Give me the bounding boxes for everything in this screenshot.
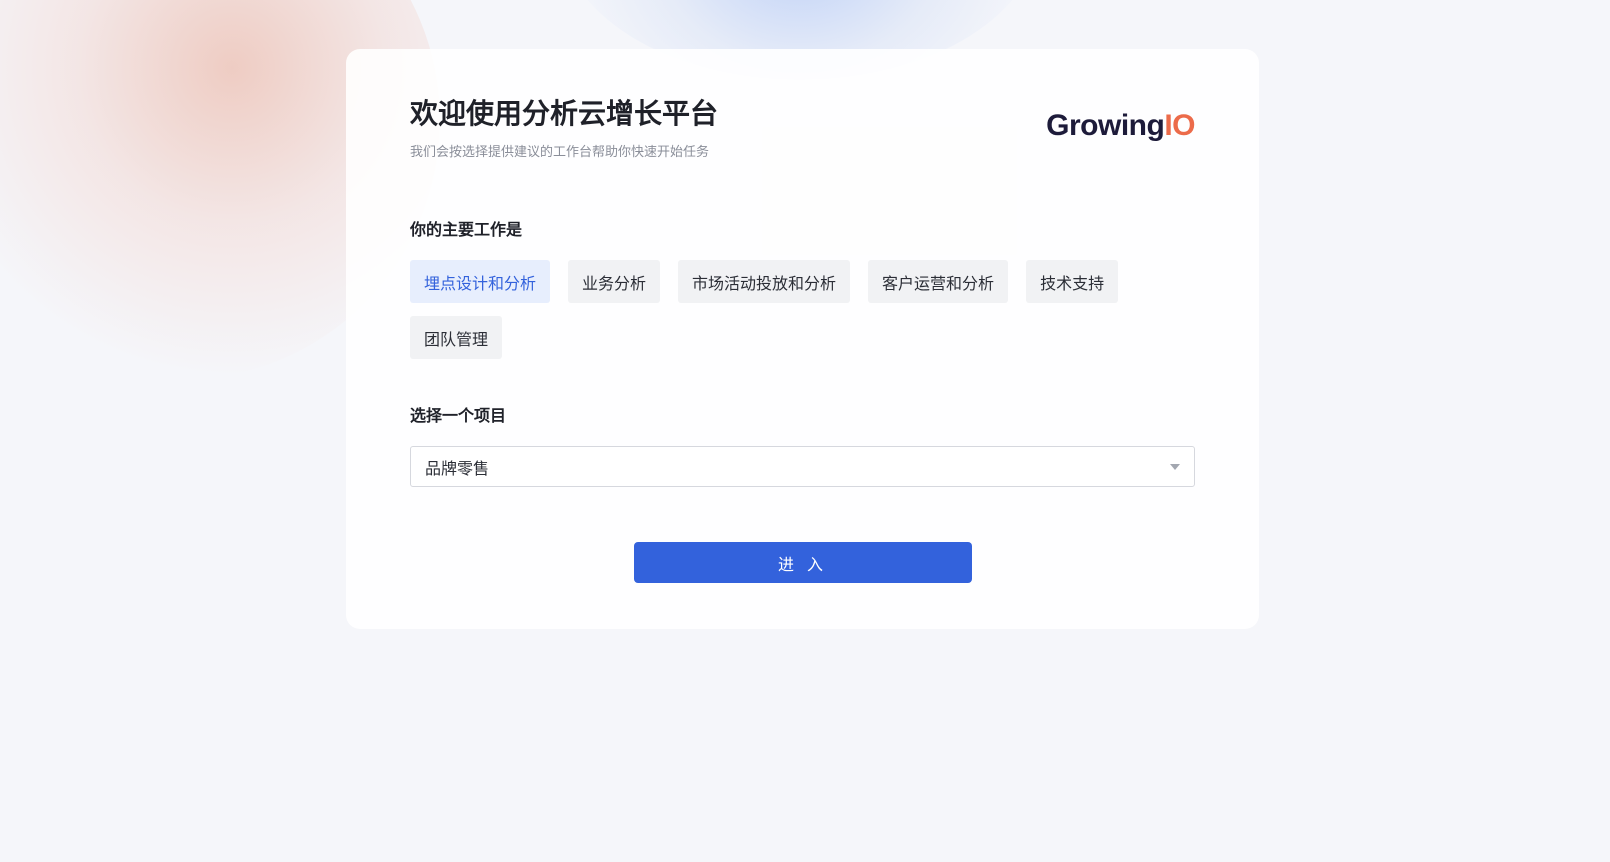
role-option-team-management[interactable]: 团队管理 — [410, 316, 503, 359]
onboarding-card: 欢迎使用分析云增长平台 我们会按选择提供建议的工作台帮助你快速开始任务 Grow… — [346, 49, 1259, 629]
page-title: 欢迎使用分析云增长平台 — [410, 97, 719, 130]
enter-row: 进 入 — [410, 542, 1195, 583]
role-option-label: 团队管理 — [424, 329, 489, 349]
project-select-value: 品牌零售 — [425, 458, 490, 478]
title-block: 欢迎使用分析云增长平台 我们会按选择提供建议的工作台帮助你快速开始任务 — [410, 97, 718, 160]
role-option-tracking-design[interactable]: 埋点设计和分析 — [410, 260, 551, 303]
role-option-label: 市场活动投放和分析 — [692, 273, 837, 293]
logo-text-main: Growing — [1046, 109, 1165, 142]
role-option-business-analysis[interactable]: 业务分析 — [568, 260, 661, 303]
role-option-marketing-campaign[interactable]: 市场活动投放和分析 — [678, 260, 851, 303]
role-option-label: 技术支持 — [1040, 273, 1105, 293]
role-section-label: 你的主要工作是 — [410, 220, 523, 239]
role-option-label: 埋点设计和分析 — [424, 273, 537, 293]
role-options: 埋点设计和分析 业务分析 市场活动投放和分析 客户运营和分析 技术支持 团队管理 — [410, 260, 1130, 359]
page-subtitle: 我们会按选择提供建议的工作台帮助你快速开始任务 — [410, 145, 710, 160]
role-option-label: 业务分析 — [582, 273, 647, 293]
project-section-label: 选择一个项目 — [410, 406, 507, 425]
project-select[interactable]: 品牌零售 — [410, 446, 1195, 487]
role-option-label: 客户运营和分析 — [882, 273, 995, 293]
chevron-down-icon — [1170, 463, 1180, 470]
enter-button[interactable]: 进 入 — [633, 542, 972, 583]
growingio-logo: GrowingIO — [1046, 109, 1195, 143]
role-option-customer-operations[interactable]: 客户运营和分析 — [868, 260, 1009, 303]
card-header: 欢迎使用分析云增长平台 我们会按选择提供建议的工作台帮助你快速开始任务 Grow… — [410, 97, 1195, 160]
role-option-tech-support[interactable]: 技术支持 — [1026, 260, 1119, 303]
logo-text-accent: IO — [1164, 109, 1195, 142]
